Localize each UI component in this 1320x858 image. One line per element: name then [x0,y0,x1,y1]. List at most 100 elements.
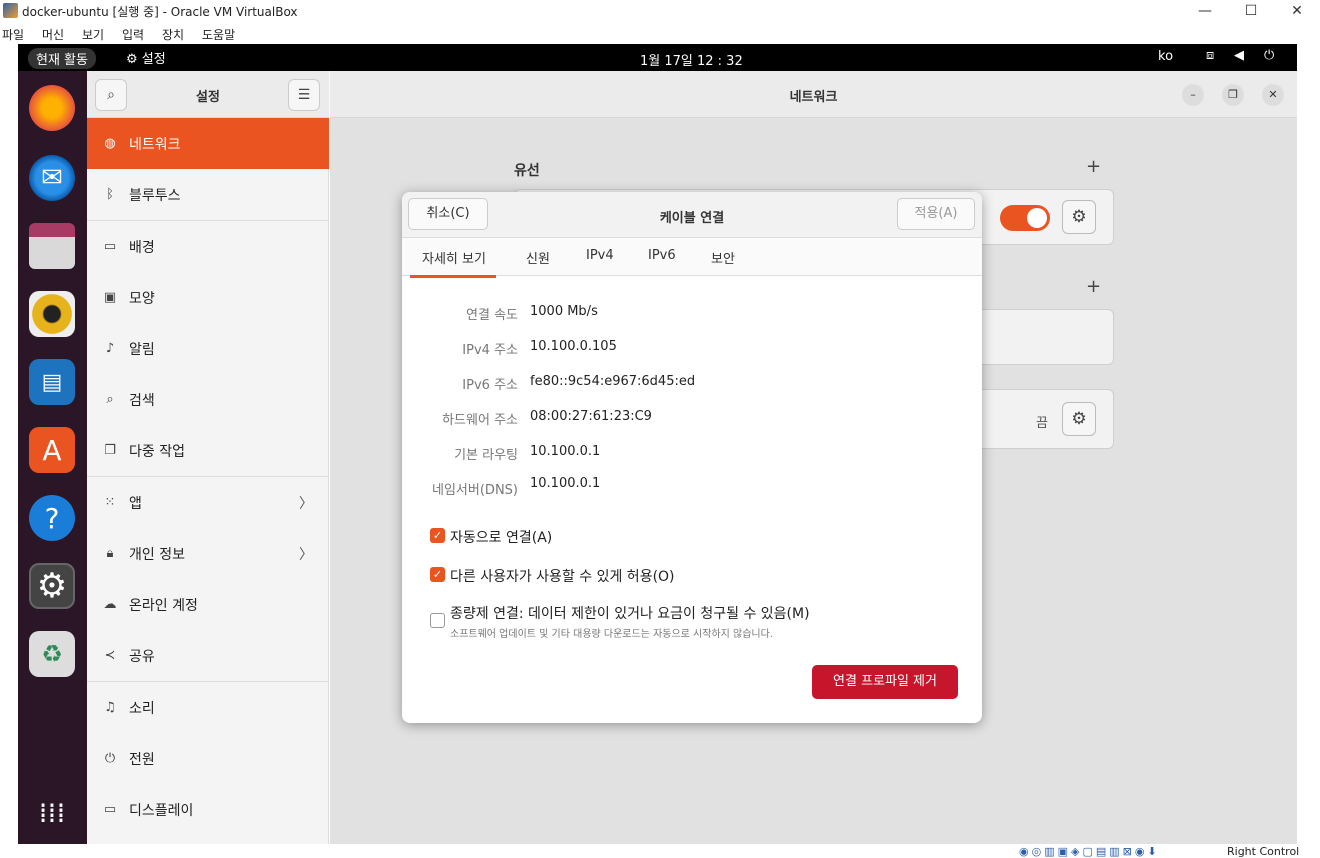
cloud-icon: ☁︎ [103,597,117,612]
gear-icon: ⚙ [1071,409,1087,429]
add-wired-button[interactable]: + [1086,156,1101,177]
sidebar-item-online-accounts[interactable]: ☁︎ 온라인 계정 [87,579,329,630]
minimize-button[interactable]: — [1182,0,1228,22]
wired-toggle[interactable] [1000,205,1050,231]
status-icons: ◉◎▥▣◈▢▤▥⊠◉⬇ [1019,845,1160,858]
sidebar-item-apps[interactable]: ⁙ 앱 〉 [87,477,329,528]
apps-icon: ⁙ [104,495,116,510]
remove-profile-button[interactable]: 연결 프로파일 제거 [812,665,958,699]
tab-ipv4[interactable]: IPv4 [586,248,614,263]
proxy-settings-button[interactable]: ⚙ [1062,402,1096,436]
writer-icon[interactable]: ▤ [29,359,75,405]
sidebar-item-privacy[interactable]: 🔒︎ 개인 정보 〉 [87,528,329,579]
sidebar-item-label: 다중 작업 [129,443,185,460]
allow-others-checkbox[interactable]: ✓ [430,567,445,582]
thunderbird-icon[interactable]: ✉ [29,155,75,201]
sidebar-item-label: 블루투스 [129,187,181,204]
detail-label: 하드웨어 주소 [442,413,518,428]
detail-value: 10.100.0.1 [530,444,601,459]
power-icon: ⏻ [104,751,116,766]
music-icon: ♫ [104,700,116,715]
volume-icon[interactable]: ◀︎ [1234,48,1244,63]
tab-identity[interactable]: 신원 [526,248,550,267]
globe-icon: ◍ [104,136,116,151]
lock-icon: 🔒︎ [106,546,114,561]
sidebar-item-label: 공유 [129,648,155,665]
sidebar-item-multitasking[interactable]: ❐ 다중 작업 [87,425,329,476]
proxy-status: 끔 [1036,416,1048,431]
input-language[interactable]: ko [1158,49,1173,64]
activities-button[interactable]: 현재 활동 [28,48,96,69]
sidebar-item-network[interactable]: ◍ 네트워크 [87,118,329,169]
sidebar-item-sharing[interactable]: ≺ 공유 [87,630,329,681]
power-icon[interactable]: ⏻ [1264,48,1274,63]
help-icon[interactable]: ? [29,495,75,541]
sidebar-item-label: 개인 정보 [129,546,185,563]
maximize-button[interactable]: ☐ [1228,0,1274,22]
chevron-right-icon: 〉 [299,547,313,563]
sidebar-item-label: 앱 [129,495,142,512]
chevron-right-icon: 〉 [299,496,313,512]
search-icon: ⌕ [106,392,114,407]
window-title: docker-ubuntu [실행 중] - Oracle VM Virtual… [22,5,298,19]
tab-ipv6[interactable]: IPv6 [648,248,676,263]
menu-file[interactable]: 파일 [2,26,24,43]
tab-security[interactable]: 보안 [711,248,735,267]
menu-button[interactable]: ☰ [288,79,320,111]
detail-value: 10.100.0.1 [530,476,601,491]
firefox-icon[interactable] [29,85,75,131]
sidebar-item-label: 배경 [129,239,155,256]
apply-button[interactable]: 적용(A) [897,198,975,230]
share-icon: ≺ [104,648,116,663]
sidebar-item-label: 소리 [129,700,155,717]
settings-sidebar: ⌕ 설정 ☰ ◍ 네트워크 ᛒ 블루투스 ▭ 배경 ▣ 모양 ♪ 알림 ⌕ 검색 ❐ 다중 작… [87,71,329,844]
close-window-button[interactable]: ✕ [1274,0,1320,22]
sidebar-item-bluetooth[interactable]: ᛒ 블루투스 [87,169,329,220]
sidebar-item-label: 전원 [129,751,155,768]
bluetooth-icon: ᛒ [106,187,114,202]
close-icon[interactable]: ✕ [1262,84,1284,106]
app-menu[interactable]: ⚙ 설정 [126,48,166,67]
menu-input[interactable]: 입력 [122,26,144,43]
auto-connect-checkbox[interactable]: ✓ [430,528,445,543]
app-center-icon[interactable]: A [29,427,75,473]
sidebar-item-appearance[interactable]: ▣ 모양 [87,272,329,323]
network-icon[interactable]: ⧈ [1206,48,1214,63]
allow-others-label[interactable]: 다른 사용자가 사용할 수 있게 허용(O) [450,566,675,586]
detail-label: IPv6 주소 [462,378,518,393]
settings-icon[interactable]: ⚙ [29,563,75,609]
sidebar-item-sound[interactable]: ♫ 소리 [87,682,329,733]
sidebar-item-label: 알림 [129,341,155,358]
apps-grid-icon[interactable]: ⁞⁞⁞ [29,789,75,835]
detail-label: 기본 라우팅 [454,448,518,463]
add-vpn-button[interactable]: + [1086,276,1101,297]
sidebar-item-display[interactable]: ▭ 디스플레이 [87,784,329,835]
menu-machine[interactable]: 머신 [42,26,64,43]
restore-icon[interactable]: ❐ [1222,84,1244,106]
metered-label[interactable]: 종량제 연결: 데이터 제한이 있거나 요금이 청구될 수 있음(M) [450,603,810,623]
clock[interactable]: 1월 17일 12 : 32 [640,50,743,69]
cable-connection-dialog: 취소(C) 케이블 연결 적용(A) 자세히 보기 신원 IPv4 IPv6 보… [402,192,982,723]
metered-description: 소프트웨어 업데이트 및 기타 대용량 다운로드는 자동으로 시작하지 않습니다… [450,629,774,640]
menu-view[interactable]: 보기 [82,26,104,43]
sidebar-item-search[interactable]: ⌕ 검색 [87,374,329,425]
guest-screen: 현재 활동 ⚙ 설정 1월 17일 12 : 32 ko ⧈ ◀︎ ⏻ ✉ ▤ … [18,44,1297,844]
sidebar-item-power[interactable]: ⏻ 전원 [87,733,329,784]
sidebar-item-notifications[interactable]: ♪ 알림 [87,323,329,374]
trash-icon[interactable]: ♻ [29,631,75,677]
dialog-header: 취소(C) 케이블 연결 적용(A) [402,192,982,238]
sidebar-item-background[interactable]: ▭ 배경 [87,221,329,272]
detail-label: IPv4 주소 [462,343,518,358]
minimize-icon[interactable]: – [1182,84,1204,106]
wired-settings-button[interactable]: ⚙ [1062,200,1096,234]
files-icon[interactable] [29,223,75,269]
menu-devices[interactable]: 장치 [162,26,184,43]
metered-checkbox[interactable] [430,613,445,628]
rhythmbox-icon[interactable] [29,291,75,337]
sidebar-item-label: 네트워크 [129,136,181,153]
menu-help[interactable]: 도움말 [202,26,235,43]
detail-value: 08:00:27:61:23:C9 [530,409,652,424]
detail-value: 10.100.0.105 [530,339,617,354]
auto-connect-label[interactable]: 자동으로 연결(A) [450,527,552,547]
tab-details[interactable]: 자세히 보기 [410,248,496,278]
